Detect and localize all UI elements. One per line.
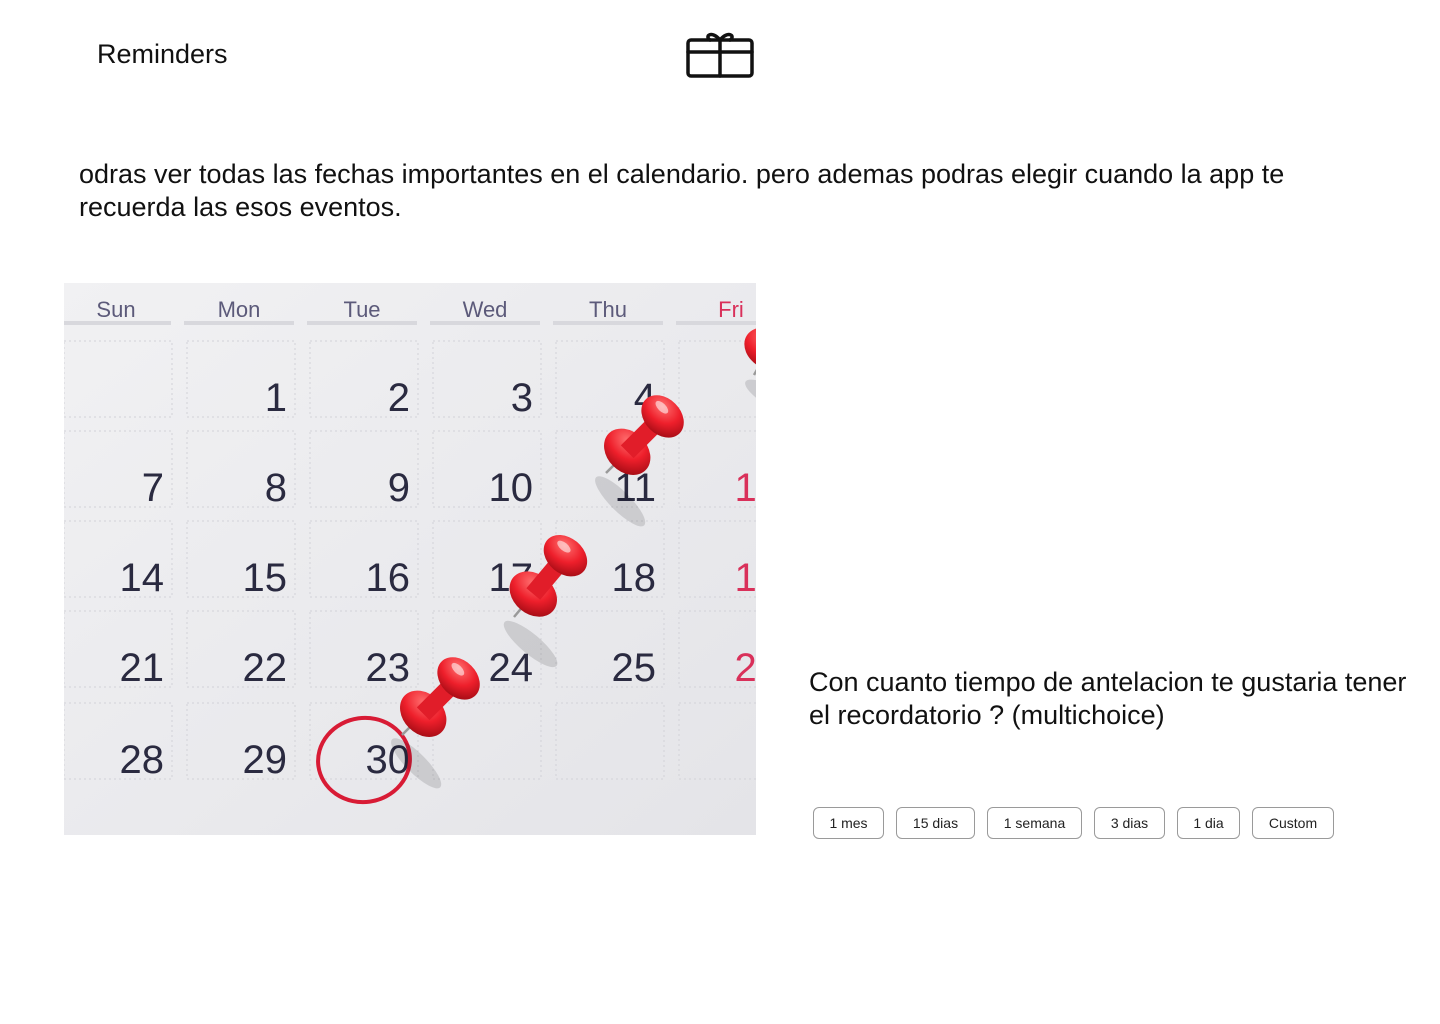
day-number-10: 10: [489, 466, 534, 510]
reminder-question: Con cuanto tiempo de antelacion te gusta…: [809, 667, 1407, 730]
weekday-label-tue: Tue: [343, 297, 380, 322]
day-number-26: 26: [735, 646, 757, 690]
option-15-dias[interactable]: 15 dias: [896, 807, 975, 839]
day-number-29: 29: [243, 738, 288, 782]
option-1-dia[interactable]: 1 dia: [1177, 807, 1240, 839]
option-3-dias[interactable]: 3 dias: [1094, 807, 1165, 839]
weekday-label-thu: Thu: [589, 297, 627, 322]
day-number-16: 16: [366, 556, 411, 600]
day-number-25: 25: [612, 646, 657, 690]
weekday-underline: [676, 321, 756, 325]
day-number-21: 21: [120, 646, 165, 690]
reminders-page: Reminders odras ver todas las fechas imp…: [0, 0, 1440, 1024]
page-title: Reminders: [97, 39, 228, 69]
day-number-18: 18: [612, 556, 657, 600]
weekday-label-wed: Wed: [463, 297, 508, 322]
day-number-22: 22: [243, 646, 288, 690]
option-1-semana[interactable]: 1 semana: [987, 807, 1082, 839]
day-number-19: 19: [735, 556, 757, 600]
option-custom[interactable]: Custom: [1252, 807, 1334, 839]
day-number-23: 23: [366, 646, 411, 690]
day-number-12: 12: [735, 466, 757, 510]
day-number-9: 9: [388, 466, 410, 510]
weekday-label-mon: Mon: [218, 297, 261, 322]
calendar-photo: SunMonTueWedThuFri 123457891011121415161…: [64, 283, 756, 835]
gift-icon: [686, 28, 754, 80]
day-number-3: 3: [511, 376, 533, 420]
day-number-28: 28: [120, 738, 165, 782]
option-1-mes[interactable]: 1 mes: [813, 807, 884, 839]
weekday-label-fri: Fri: [718, 297, 744, 322]
day-number-7: 7: [142, 466, 164, 510]
intro-text: odras ver todas las fechas importantes e…: [79, 159, 1285, 222]
day-number-8: 8: [265, 466, 287, 510]
day-number-15: 15: [243, 556, 288, 600]
weekday-label-sun: Sun: [96, 297, 135, 322]
day-number-2: 2: [388, 376, 410, 420]
day-number-1: 1: [265, 376, 287, 420]
day-number-14: 14: [120, 556, 165, 600]
